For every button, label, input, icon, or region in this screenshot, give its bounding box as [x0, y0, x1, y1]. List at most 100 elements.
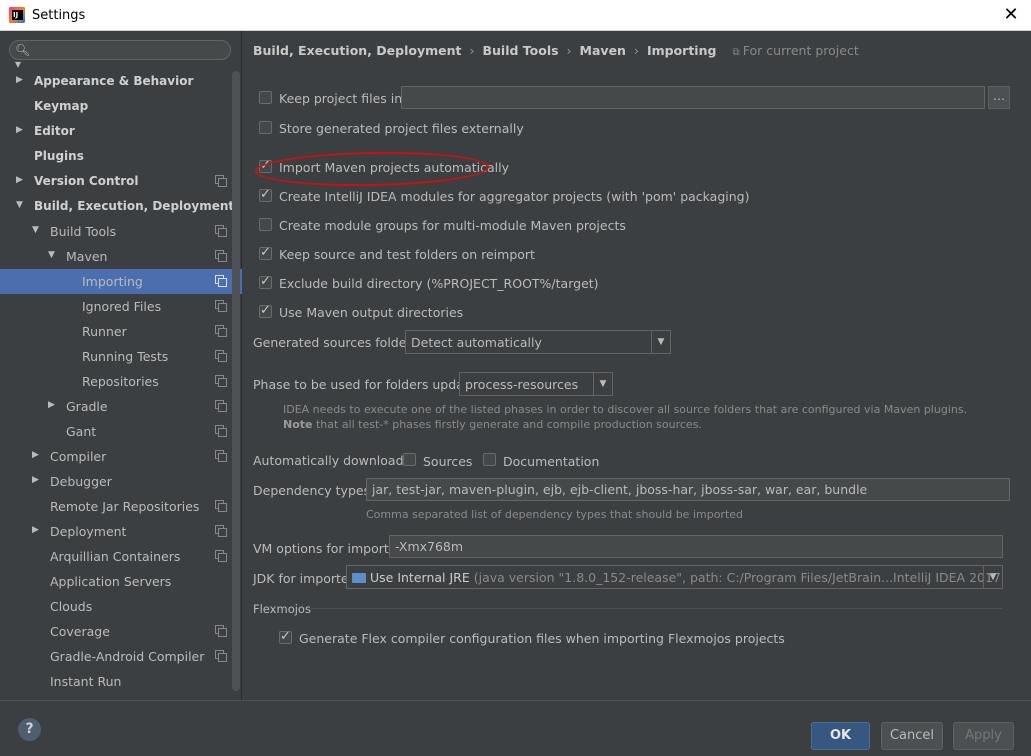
sidebar-item-label: Gradle	[66, 399, 108, 414]
sidebar-item[interactable]: ▼ Build, Execution, Deployment	[0, 194, 242, 219]
sidebar-item-label: Clouds	[50, 599, 92, 614]
flexmojos-section-title: Flexmojos	[253, 602, 311, 616]
sidebar-item[interactable]: Arquillian Containers	[0, 544, 242, 569]
sidebar-item-label: Build, Execution, Deployment	[34, 199, 234, 213]
sidebar-item[interactable]: Gant	[0, 419, 242, 444]
module-groups-label: Create module groups for multi-module Ma…	[279, 218, 626, 233]
sidebar-item[interactable]: Repositories	[0, 369, 242, 394]
vm-options-label: VM options for importer:	[253, 541, 406, 556]
browse-button[interactable]: ...	[988, 86, 1010, 109]
vm-options-input[interactable]: -Xmx768m	[389, 535, 1003, 558]
sidebar-item[interactable]: Keymap	[0, 94, 242, 119]
sidebar-item[interactable]: Instant Run	[0, 669, 242, 694]
sidebar-item[interactable]: ▶ Gradle	[0, 394, 242, 419]
breadcrumb: Build, Execution, Deployment›Build Tools…	[253, 43, 859, 58]
project-scope-icon	[215, 250, 226, 261]
phase-note: Note that all test-* phases firstly gene…	[283, 418, 702, 431]
project-scope-icon	[215, 400, 226, 411]
sidebar-item-label: Importing	[82, 274, 143, 289]
chevron-down-icon[interactable]: ▼	[16, 199, 26, 211]
sidebar-item[interactable]: Gradle-Android Compiler	[0, 644, 242, 669]
module-groups-checkbox[interactable]	[259, 218, 272, 231]
dependency-types-input[interactable]: jar, test-jar, maven-plugin, ejb, ejb-cl…	[366, 478, 1010, 501]
sidebar-item[interactable]: Application Servers	[0, 569, 242, 594]
project-files-path-input[interactable]	[401, 86, 985, 109]
chevron-right-icon[interactable]: ▶	[16, 174, 26, 186]
cancel-button[interactable]: Cancel	[881, 722, 943, 750]
search-field[interactable]: 🔍︎▾	[9, 40, 231, 60]
store-external-checkbox[interactable]	[259, 121, 272, 134]
phase-select[interactable]: process-resources ▼	[459, 372, 613, 396]
dependency-types-hint: Comma separated list of dependency types…	[366, 508, 743, 521]
sidebar-item[interactable]: Runner	[0, 319, 242, 344]
note-bold: Note	[283, 418, 312, 431]
use-output-checkbox[interactable]	[259, 305, 272, 318]
sidebar-item[interactable]: Plugins	[0, 144, 242, 169]
sidebar-item[interactable]: Running Tests	[0, 344, 242, 369]
flex-generate-label: Generate Flex compiler configuration fil…	[299, 631, 785, 646]
note-text: that all test-* phases firstly generate …	[312, 418, 701, 431]
chevron-down-icon[interactable]: ▼	[32, 224, 42, 236]
folder-icon	[352, 573, 366, 583]
close-icon[interactable]: ✕	[1001, 4, 1021, 26]
project-scope-icon	[215, 275, 226, 286]
chevron-right-icon[interactable]: ▶	[16, 124, 26, 136]
chevron-down-icon[interactable]: ▼	[48, 249, 58, 261]
apply-button[interactable]: Apply	[953, 722, 1014, 750]
sidebar-item-label: Ignored Files	[82, 299, 161, 314]
jdk-detail: (java version "1.8.0_152-release", path:…	[474, 570, 1003, 585]
help-icon[interactable]: ?	[18, 718, 41, 741]
flex-generate-checkbox[interactable]	[279, 631, 292, 644]
store-external-label: Store generated project files externally	[279, 121, 524, 136]
create-modules-checkbox[interactable]	[259, 189, 272, 202]
sidebar-item[interactable]: ▶Appearance & Behavior	[0, 69, 242, 94]
section-divider	[310, 608, 1002, 609]
project-scope-icon	[215, 300, 226, 311]
ok-button[interactable]: OK	[811, 722, 870, 750]
scope-label: For current project	[732, 43, 858, 58]
project-scope-icon	[215, 175, 226, 186]
breadcrumb-separator: ›	[626, 43, 647, 58]
chevron-right-icon[interactable]: ▶	[32, 524, 42, 536]
keep-source-checkbox[interactable]	[259, 247, 272, 260]
chevron-right-icon[interactable]: ▶	[48, 399, 58, 411]
sidebar-item[interactable]: Clouds	[0, 594, 242, 619]
sidebar-item[interactable]: ▼ Maven	[0, 244, 242, 269]
sidebar-item[interactable]: ▶Debugger	[0, 469, 242, 494]
documentation-checkbox[interactable]	[483, 453, 496, 466]
generated-sources-select[interactable]: Detect automatically ▼	[405, 330, 671, 354]
sidebar-item-label: Maven	[66, 249, 107, 264]
sidebar-item[interactable]: Ignored Files	[0, 294, 242, 319]
sidebar-item[interactable]: ▶Version Control	[0, 169, 242, 194]
chevron-right-icon[interactable]: ▶	[32, 474, 42, 486]
sidebar-item-label: Instant Run	[50, 674, 121, 689]
sidebar-item-label: Remote Jar Repositories	[50, 499, 199, 514]
sidebar-item-label: Repositories	[82, 374, 159, 389]
sidebar-item-label: Plugins	[34, 149, 84, 163]
sidebar-item-label: Editor	[34, 124, 75, 138]
sidebar-item[interactable]: Coverage	[0, 619, 242, 644]
sidebar-item[interactable]: Remote Jar Repositories	[0, 494, 242, 519]
project-scope-icon	[215, 350, 226, 361]
chevron-right-icon[interactable]: ▶	[16, 74, 26, 86]
jdk-select[interactable]: Use Internal JRE (java version "1.8.0_15…	[346, 565, 1003, 589]
sidebar-item[interactable]: ▶Deployment	[0, 519, 242, 544]
chevron-down-icon: ▼	[651, 331, 670, 353]
intellij-app-icon	[9, 7, 25, 23]
sidebar-scrollbar[interactable]	[232, 71, 240, 691]
keep-source-label: Keep source and test folders on reimport	[279, 247, 535, 262]
sidebar-item[interactable]: Importing	[0, 269, 242, 294]
breadcrumb-part: Build, Execution, Deployment	[253, 43, 461, 58]
jdk-value: Use Internal JRE	[370, 570, 470, 585]
project-scope-icon	[215, 625, 226, 636]
sidebar-item[interactable]: ▶ Editor	[0, 119, 242, 144]
sidebar-item[interactable]: ▼Build Tools	[0, 219, 242, 244]
sources-checkbox[interactable]	[403, 453, 416, 466]
sidebar-item[interactable]: ▶Compiler	[0, 444, 242, 469]
exclude-build-checkbox[interactable]	[259, 276, 272, 289]
breadcrumb-separator: ›	[461, 43, 482, 58]
breadcrumb-part: Build Tools	[482, 43, 558, 58]
project-scope-icon	[215, 375, 226, 386]
chevron-right-icon[interactable]: ▶	[32, 449, 42, 461]
keep-project-files-checkbox[interactable]	[259, 91, 272, 104]
